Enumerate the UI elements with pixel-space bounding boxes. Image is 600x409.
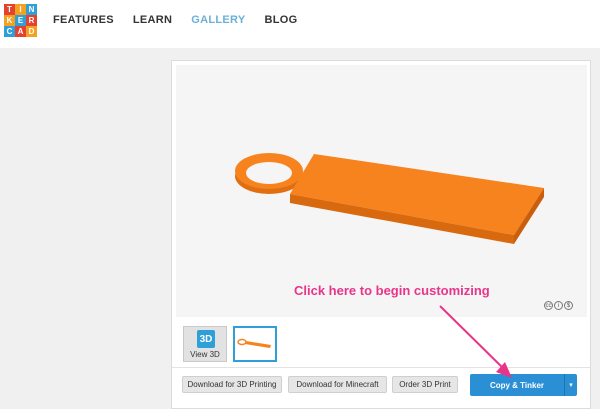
main-nav: FEATURES LEARN GALLERY BLOG: [53, 0, 317, 40]
attribution-icon: i: [554, 301, 563, 310]
logo-letter: C: [4, 26, 15, 37]
nav-gallery[interactable]: GALLERY: [191, 14, 245, 26]
logo-letter: D: [26, 26, 37, 37]
thumbnail-row: 3D View 3D: [172, 323, 590, 367]
customize-hint[interactable]: Click here to begin customizing: [294, 283, 490, 298]
noncommercial-icon: $: [564, 301, 573, 310]
top-navigation-bar: T I N K E R C A D FEATURES LEARN GALLERY…: [0, 0, 600, 48]
logo-letter: T: [4, 4, 15, 15]
divider: [172, 367, 590, 368]
logo-letter: N: [26, 4, 37, 15]
chevron-down-icon[interactable]: ▾: [564, 374, 577, 396]
model-ring-hole: [246, 162, 292, 184]
download-minecraft-button[interactable]: Download for Minecraft: [288, 376, 387, 393]
logo-letter: R: [26, 15, 37, 26]
view-3d-label: View 3D: [190, 350, 220, 359]
logo-letter: K: [4, 15, 15, 26]
nav-learn[interactable]: LEARN: [133, 14, 172, 26]
view-3d-thumbnail[interactable]: 3D View 3D: [183, 326, 227, 362]
logo-letter: I: [15, 4, 26, 15]
cc-icon: cc: [544, 301, 553, 310]
copy-and-tinker-button[interactable]: Copy & Tinker: [470, 374, 564, 396]
keychain-thumbnail-icon: [237, 338, 271, 348]
logo-letter: A: [15, 26, 26, 37]
model-thumbnail[interactable]: [233, 326, 277, 362]
nav-blog[interactable]: BLOG: [265, 14, 298, 26]
order-3d-print-button[interactable]: Order 3D Print: [392, 376, 458, 393]
model-viewer[interactable]: Click here to begin customizing cc i $: [176, 65, 587, 317]
cube-3d-icon: 3D: [197, 330, 215, 348]
download-3d-printing-button[interactable]: Download for 3D Printing: [182, 376, 282, 393]
keychain-model-render: [235, 153, 544, 244]
tinkercad-logo[interactable]: T I N K E R C A D: [4, 4, 37, 37]
design-card: Click here to begin customizing cc i $ 3…: [171, 60, 591, 409]
license-icons: cc i $: [544, 301, 573, 310]
nav-features[interactable]: FEATURES: [53, 14, 114, 26]
logo-letter: E: [15, 15, 26, 26]
